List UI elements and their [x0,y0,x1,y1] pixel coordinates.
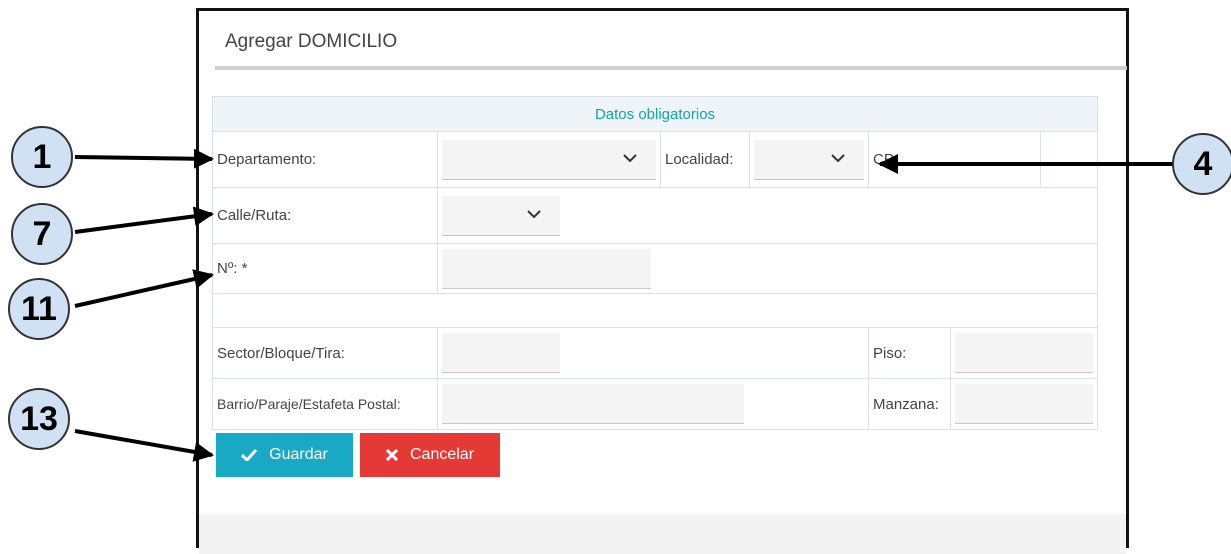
chevron-down-icon [831,153,845,162]
save-button[interactable]: Guardar [216,433,353,477]
arrow-1 [74,148,214,169]
check-icon [241,449,258,461]
localidad-select[interactable] [754,139,864,180]
title-divider [215,66,1127,70]
chevron-down-icon [527,209,541,218]
calle-label: Calle/Ruta: [212,187,438,244]
callout-13: 13 [8,388,70,450]
arrow-13 [74,429,214,462]
dialog-title: Agregar DOMICILIO [225,31,398,52]
callout-7: 7 [11,203,73,265]
address-form: Datos obligatorios Departamento: Localid… [211,96,1099,430]
callout-4: 4 [1172,133,1231,195]
localidad-label: Localidad: [660,131,750,188]
calle-select[interactable] [442,195,560,236]
barrio-label: Barrio/Paraje/Estafeta Postal: [212,378,438,430]
manzana-label: Manzana: [868,378,951,430]
callout-1: 1 [11,126,73,188]
chevron-down-icon [623,153,637,162]
dialog-footer [199,514,1126,554]
departamento-select[interactable] [442,139,656,180]
numero-input[interactable] [442,248,651,289]
callout-11: 11 [8,278,70,340]
numero-label: Nº: * [212,243,438,294]
arrow-7 [74,206,214,234]
spacer-row [211,293,1099,328]
sector-label: Sector/Bloque/Tira: [212,327,438,379]
save-button-label: Guardar [269,446,328,463]
cancel-button-label: Cancelar [409,446,475,463]
barrio-input[interactable] [442,384,744,424]
section-header: Datos obligatorios [211,96,1099,132]
departamento-label: Departamento: [212,131,438,188]
piso-label: Piso: [868,327,951,379]
cp-label: CP [868,131,1041,188]
x-icon [385,449,398,461]
cancel-button[interactable]: Cancelar [360,433,500,477]
cp-empty-cell [1039,131,1099,188]
arrow-11 [74,269,214,308]
manzana-input[interactable] [955,384,1094,424]
piso-input[interactable] [955,333,1094,373]
sector-input[interactable] [442,333,560,373]
